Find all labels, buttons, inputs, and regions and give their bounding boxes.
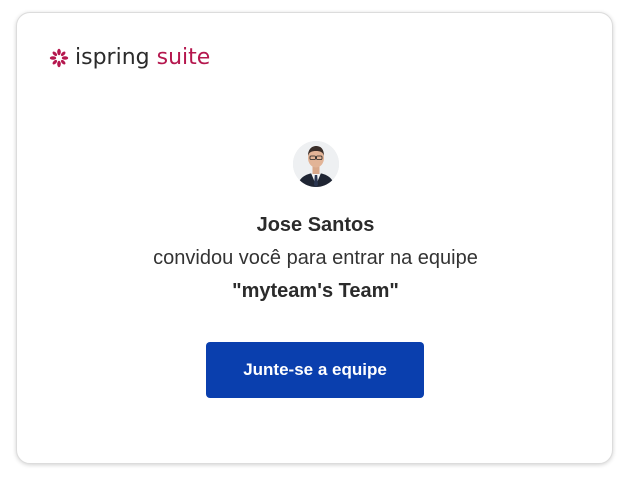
team-name: "myteam's Team" bbox=[232, 280, 399, 302]
avatar-photo-icon bbox=[293, 141, 339, 187]
logo-wordmark: ispring suite bbox=[75, 46, 210, 70]
invitation-message: convidou você para entrar na equipe bbox=[153, 247, 478, 269]
inviter-name: Jose Santos bbox=[256, 214, 375, 236]
ispring-suite-logo: ispring suite bbox=[49, 46, 210, 70]
avatar bbox=[293, 141, 339, 187]
ispring-flower-icon bbox=[49, 48, 69, 68]
invitation-card: ispring suite Jose Santos convidou você … bbox=[16, 12, 613, 464]
logo-product: suite bbox=[156, 45, 211, 70]
logo-word: ispring bbox=[75, 45, 150, 70]
join-team-button[interactable]: Junte-se a equipe bbox=[206, 342, 424, 398]
